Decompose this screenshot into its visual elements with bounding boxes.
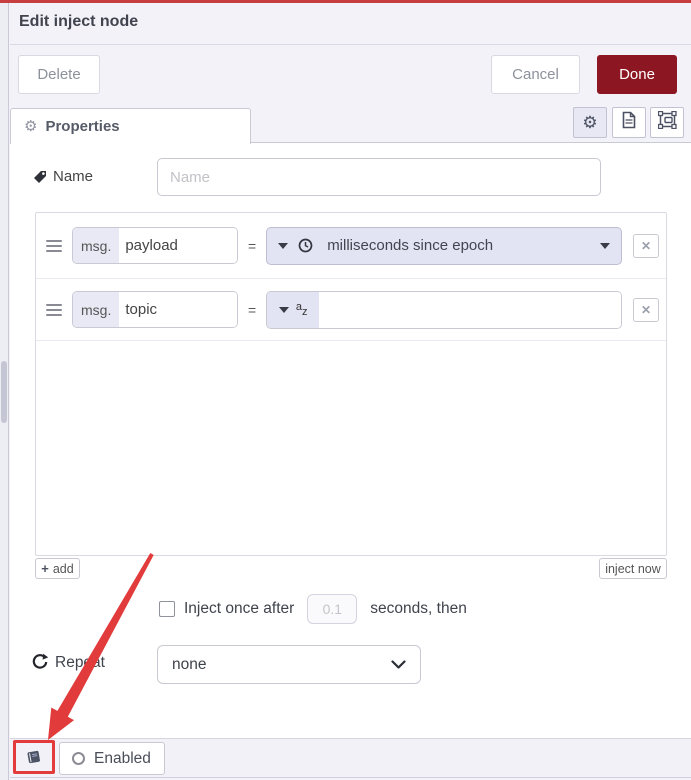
- payload-type-select[interactable]: milliseconds since epoch: [266, 226, 623, 265]
- equals-sign: =: [248, 301, 257, 318]
- enabled-label: Enabled: [94, 749, 151, 767]
- topic-type-select[interactable]: az: [267, 291, 320, 328]
- caret-down-icon: [600, 242, 611, 249]
- msg-prefix: msg.: [73, 292, 120, 327]
- gear-icon: ⚙: [582, 113, 598, 132]
- name-input[interactable]: [157, 158, 601, 196]
- drag-handle-icon[interactable]: [46, 303, 62, 316]
- topic-property-input[interactable]: msg.: [72, 291, 238, 328]
- dialog-title: Edit inject node: [19, 13, 139, 30]
- delay-input[interactable]: [307, 594, 358, 624]
- appearance-icon: [657, 110, 677, 134]
- appearance-pane-button[interactable]: [650, 107, 684, 138]
- properties-list: msg. = milliseconds since epoch ✕ msg. =: [35, 212, 667, 556]
- caret-down-icon: [278, 242, 289, 249]
- gear-icon: ⚙: [24, 118, 38, 135]
- tab-properties[interactable]: ⚙ Properties: [10, 108, 251, 144]
- az-icon: az: [295, 301, 308, 318]
- document-icon: [621, 111, 637, 134]
- docs-book-button[interactable]: [16, 743, 52, 771]
- repeat-selected-value: none: [172, 655, 207, 673]
- drag-handle-icon[interactable]: [46, 239, 62, 252]
- payload-property-value[interactable]: [119, 228, 237, 263]
- left-scrollbar-track: [0, 3, 9, 780]
- seconds-then-label: seconds, then: [370, 600, 467, 617]
- topic-value-input[interactable]: [319, 291, 622, 328]
- remove-row-button[interactable]: ✕: [633, 297, 659, 322]
- annotation-highlight-box: [13, 740, 55, 774]
- repeat-icon: [31, 653, 49, 676]
- edit-inject-node-dialog: Edit inject node Delete Cancel Done ⚙ Pr…: [0, 0, 691, 780]
- delete-button[interactable]: Delete: [18, 55, 100, 94]
- cancel-button[interactable]: Cancel: [491, 55, 580, 94]
- payload-type-label: milliseconds since epoch: [327, 237, 494, 254]
- inject-once-row: Inject once after seconds, then: [159, 593, 467, 625]
- plus-icon: +: [41, 561, 49, 576]
- add-label: add: [52, 561, 74, 576]
- add-row-button[interactable]: + add: [35, 558, 80, 579]
- topic-value-typedinput: az: [266, 290, 623, 329]
- properties-pane-button[interactable]: ⚙: [573, 107, 607, 138]
- enabled-toggle-button[interactable]: Enabled: [59, 742, 165, 775]
- msg-prefix: msg.: [73, 228, 120, 263]
- clock-icon: [298, 238, 313, 253]
- rule-row-topic: msg. = az ✕: [36, 279, 666, 341]
- header-divider: [10, 44, 691, 45]
- description-pane-button[interactable]: [612, 107, 646, 138]
- done-button[interactable]: Done: [597, 55, 677, 94]
- book-icon: [27, 750, 40, 763]
- equals-sign: =: [248, 237, 257, 254]
- caret-down-icon: [278, 306, 289, 313]
- inject-once-label: Inject once after: [184, 600, 295, 617]
- top-red-bar: [0, 0, 691, 3]
- radio-circle-icon: [72, 752, 85, 765]
- chevron-down-icon: [391, 659, 406, 669]
- inject-now-button[interactable]: inject now: [599, 558, 667, 579]
- inject-once-checkbox[interactable]: [159, 601, 175, 617]
- remove-row-button[interactable]: ✕: [633, 233, 659, 258]
- topic-property-value[interactable]: [119, 292, 237, 327]
- rule-row-payload: msg. = milliseconds since epoch ✕: [36, 213, 666, 279]
- tag-icon: [32, 169, 48, 190]
- repeat-select[interactable]: none: [157, 645, 421, 684]
- payload-property-input[interactable]: msg.: [72, 227, 238, 264]
- name-label: Name: [53, 168, 94, 185]
- repeat-label: Repeat: [55, 654, 105, 671]
- tab-properties-label: Properties: [45, 118, 120, 135]
- scrollbar-thumb[interactable]: [1, 361, 7, 423]
